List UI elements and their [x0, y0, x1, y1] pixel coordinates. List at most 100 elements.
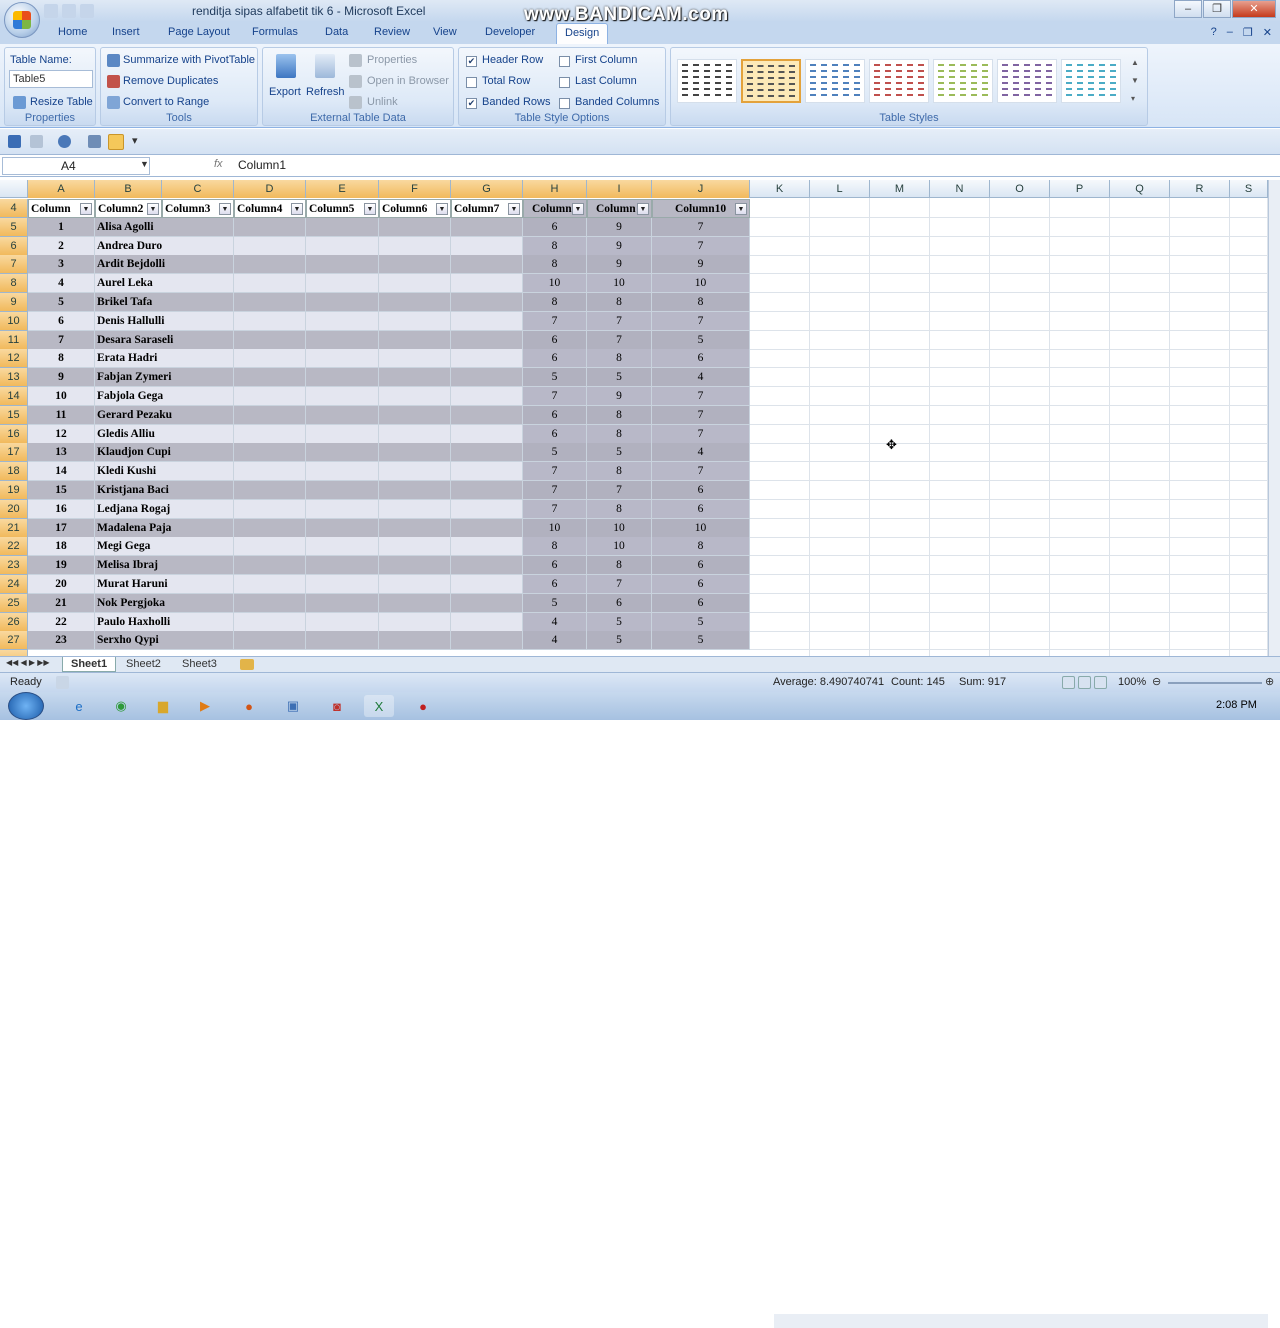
cell-name[interactable]: Gerard Pezaku [95, 405, 172, 425]
cell-number[interactable]: 20 [28, 575, 95, 594]
insert-sheet-icon[interactable] [240, 659, 254, 670]
row-header[interactable]: 25 [0, 593, 28, 613]
cell-grade-i[interactable]: 9 [587, 387, 652, 406]
cell-empty[interactable] [379, 330, 451, 350]
cell-grade-j[interactable]: 6 [652, 481, 750, 500]
table-header-cell[interactable]: Column7 ▼ [451, 199, 523, 218]
cell-grade-j[interactable]: 7 [652, 462, 750, 482]
cell-grade-i[interactable]: 5 [587, 612, 652, 632]
column-header-l[interactable]: L [810, 180, 870, 198]
table-style-swatch[interactable] [677, 59, 737, 103]
cell-empty[interactable] [451, 236, 523, 256]
cell-empty[interactable] [306, 575, 379, 594]
cell-empty[interactable] [234, 349, 306, 369]
cell-empty[interactable] [379, 368, 451, 388]
cell-grade-h[interactable]: 5 [523, 593, 587, 613]
cell-empty[interactable] [306, 443, 379, 463]
cell-empty[interactable] [306, 274, 379, 294]
cell-grade-j[interactable]: 9 [652, 255, 750, 275]
cell-empty[interactable] [234, 255, 306, 275]
column-header-n[interactable]: N [930, 180, 990, 198]
name-box-dropdown-icon[interactable]: ▼ [140, 159, 149, 169]
cell-empty[interactable] [162, 311, 234, 331]
bandicam-taskbar-icon[interactable]: ● [408, 695, 438, 717]
cell-name[interactable]: Madalena Paja [95, 518, 171, 538]
cell-grade-i[interactable]: 8 [587, 405, 652, 425]
cell-empty[interactable] [306, 518, 379, 538]
cell-empty[interactable] [162, 236, 234, 256]
cell-name[interactable]: Nok Pergjoka [95, 593, 165, 613]
gallery-more-icon[interactable]: ▾ [1131, 94, 1135, 103]
cell-grade-h[interactable]: 8 [523, 537, 587, 557]
insert-function-icon[interactable]: fx [214, 158, 223, 170]
table-style-swatch[interactable] [997, 59, 1057, 103]
media-player-icon[interactable]: ▶ [190, 695, 220, 717]
cell-empty[interactable] [162, 349, 234, 369]
tab-view[interactable]: View [433, 26, 457, 38]
cell-grade-i[interactable]: 7 [587, 330, 652, 350]
cell-grade-i[interactable]: 8 [587, 293, 652, 312]
cell-empty[interactable] [234, 462, 306, 482]
tab-design[interactable]: Design [556, 23, 609, 44]
cell-empty[interactable] [379, 255, 451, 275]
cell-name[interactable]: Alisa Agolli [95, 217, 162, 237]
filter-dropdown-icon[interactable]: ▼ [436, 203, 448, 215]
excel-taskbar-icon[interactable]: X [364, 695, 394, 717]
table-style-swatch[interactable] [741, 59, 801, 103]
macro-record-icon[interactable] [56, 676, 69, 689]
column-header-a[interactable]: A [28, 180, 95, 198]
cell-empty[interactable] [162, 612, 234, 632]
row-header[interactable]: 20 [0, 499, 28, 519]
cell-empty[interactable] [234, 405, 306, 425]
cell-empty[interactable] [234, 631, 306, 651]
cell-empty[interactable] [451, 593, 523, 613]
cell-name[interactable]: Aurel Leka [95, 274, 162, 294]
unlink-button[interactable]: Unlink [367, 96, 398, 108]
row-header[interactable]: 13 [0, 368, 28, 388]
header-row-checkbox[interactable]: ✔ [466, 56, 477, 67]
cell-empty[interactable] [379, 311, 451, 331]
table-style-swatch[interactable] [933, 59, 993, 103]
table-style-swatch[interactable] [805, 59, 865, 103]
tab-insert[interactable]: Insert [112, 26, 140, 38]
cell-grade-h[interactable]: 6 [523, 575, 587, 594]
cell-empty[interactable] [451, 612, 523, 632]
cell-empty[interactable] [306, 499, 379, 519]
table-header-cell[interactable]: Column3 ▼ [162, 199, 234, 218]
cell-empty[interactable] [234, 293, 306, 312]
cell-empty[interactable] [451, 518, 523, 538]
cell-empty[interactable] [306, 631, 379, 651]
cell-empty[interactable] [162, 462, 234, 482]
vertical-scrollbar[interactable] [1268, 180, 1280, 656]
row-header[interactable]: 24 [0, 575, 28, 594]
cell-empty[interactable] [306, 236, 379, 256]
filter-dropdown-icon[interactable]: ▼ [508, 203, 520, 215]
form-icon[interactable] [88, 135, 101, 148]
cell-name[interactable]: Serxho Qypi [95, 631, 162, 651]
export-button[interactable]: Export [269, 86, 301, 98]
minimize-button[interactable]: – [1174, 0, 1202, 18]
table-header-cell[interactable]: Column ▼ [587, 199, 652, 218]
row-header[interactable]: 11 [0, 330, 28, 350]
gallery-scroll-down-icon[interactable]: ▼ [1131, 76, 1139, 85]
cell-grade-i[interactable]: 8 [587, 556, 652, 576]
row-header[interactable]: 8 [0, 274, 28, 294]
cell-name[interactable]: Brikel Tafa [95, 293, 162, 312]
select-all-corner[interactable] [0, 180, 28, 198]
summarize-pivot-button[interactable]: Summarize with PivotTable [123, 54, 255, 66]
cell-empty[interactable] [451, 631, 523, 651]
cell-empty[interactable] [306, 481, 379, 500]
cell-grade-j[interactable]: 7 [652, 405, 750, 425]
cell-empty[interactable] [451, 368, 523, 388]
cell-grade-h[interactable]: 5 [523, 368, 587, 388]
cell-number[interactable]: 6 [28, 311, 95, 331]
cell-empty[interactable] [379, 274, 451, 294]
cell-empty[interactable] [451, 556, 523, 576]
cell-grade-j[interactable]: 6 [652, 593, 750, 613]
banded-rows-checkbox[interactable]: ✔ [466, 98, 477, 109]
cell-empty[interactable] [451, 537, 523, 557]
cell-grade-h[interactable]: 6 [523, 556, 587, 576]
cell-name[interactable]: Paulo Haxholli [95, 612, 170, 632]
cell-empty[interactable] [234, 387, 306, 406]
cell-empty[interactable] [451, 575, 523, 594]
